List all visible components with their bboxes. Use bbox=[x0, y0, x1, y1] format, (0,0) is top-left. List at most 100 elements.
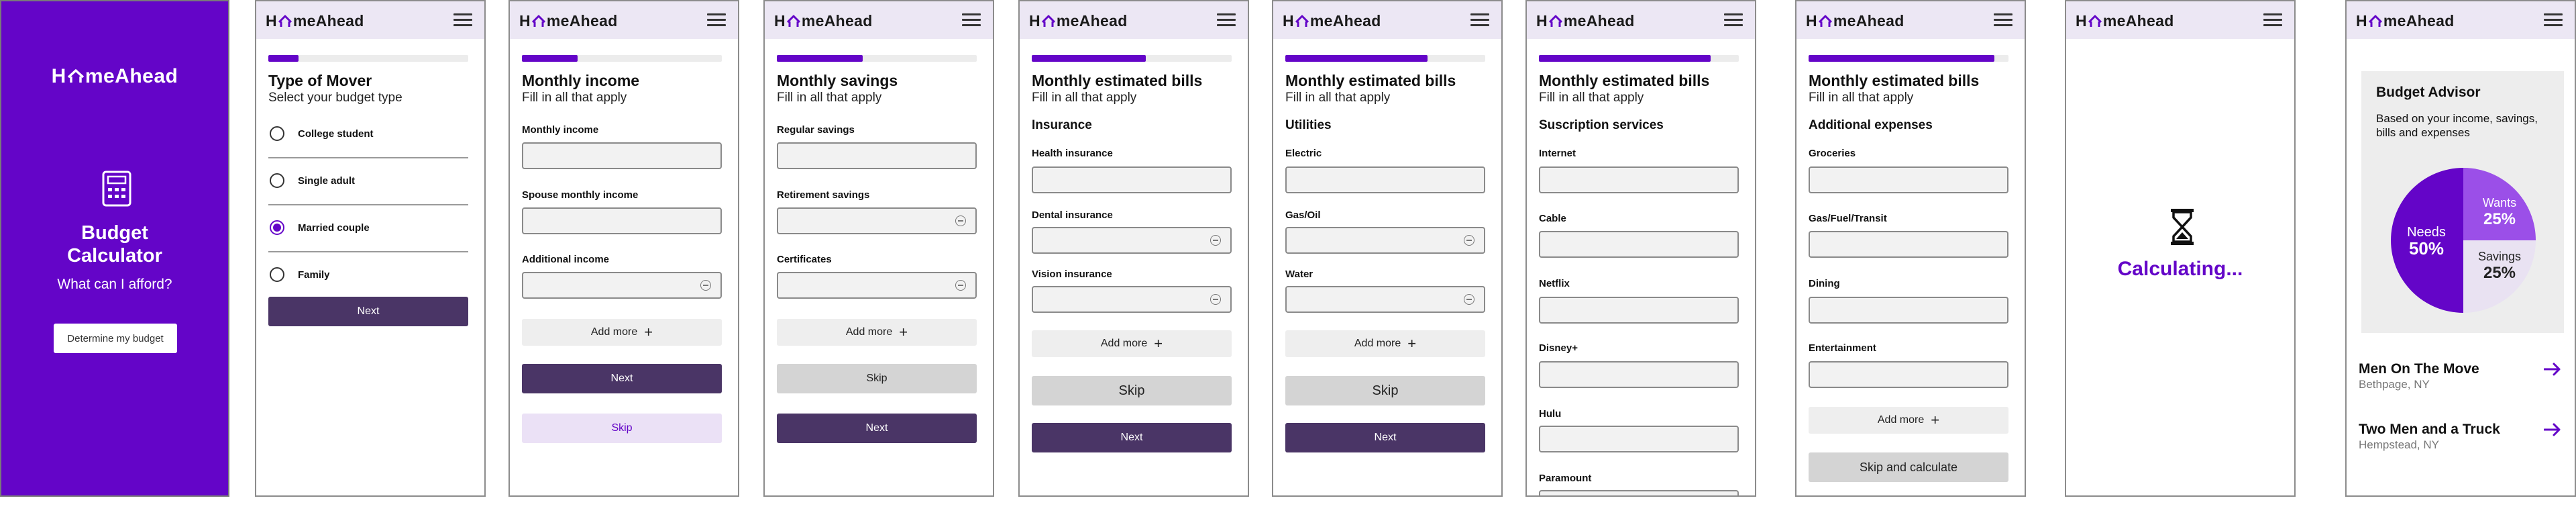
hamburger-menu-icon[interactable] bbox=[1470, 12, 1489, 28]
gas-oil-input[interactable] bbox=[1285, 227, 1485, 254]
monthly-income-input[interactable] bbox=[522, 142, 722, 169]
remove-field-icon[interactable] bbox=[955, 215, 966, 226]
brand-logo[interactable]: HmeAhead bbox=[1029, 12, 1128, 30]
brand-logo[interactable]: HmeAhead bbox=[519, 12, 618, 30]
skip-and-calculate-button[interactable]: Skip and calculate bbox=[1809, 452, 2008, 482]
field-label: Entertainment bbox=[1809, 342, 1876, 354]
retirement-savings-input[interactable] bbox=[777, 207, 977, 234]
groceries-input[interactable] bbox=[1809, 166, 2008, 193]
radio-button-selected[interactable] bbox=[270, 220, 284, 235]
arrow-right-icon[interactable] bbox=[2544, 363, 2561, 376]
health-insurance-input[interactable] bbox=[1032, 166, 1232, 193]
progress-bar bbox=[1539, 55, 1739, 62]
option-married-couple[interactable]: Married couple bbox=[268, 205, 468, 252]
add-more-button[interactable]: Add more + bbox=[1285, 330, 1485, 357]
brand-logo[interactable]: HmeAhead bbox=[1536, 12, 1635, 30]
field-label: Netflix bbox=[1539, 278, 1570, 289]
app-header: HmeAhead bbox=[256, 1, 484, 39]
remove-field-icon[interactable] bbox=[1210, 235, 1221, 246]
app-header: HmeAhead bbox=[2066, 1, 2294, 39]
next-button[interactable]: Next bbox=[1032, 423, 1232, 452]
brand-logo[interactable]: HmeAhead bbox=[1283, 12, 1381, 30]
next-button[interactable]: Next bbox=[1285, 423, 1485, 452]
disney-input[interactable] bbox=[1539, 361, 1739, 388]
radio-button[interactable] bbox=[270, 173, 284, 188]
netflix-input[interactable] bbox=[1539, 297, 1739, 324]
section-heading: Insurance bbox=[1032, 118, 1092, 132]
add-more-button[interactable]: Add more + bbox=[522, 319, 722, 346]
hamburger-menu-icon[interactable] bbox=[1217, 12, 1236, 28]
additional-income-input[interactable] bbox=[522, 272, 722, 299]
electric-input[interactable] bbox=[1285, 166, 1485, 193]
hamburger-menu-icon[interactable] bbox=[2544, 12, 2563, 28]
remove-field-icon[interactable] bbox=[700, 280, 711, 291]
option-college-student[interactable]: College student bbox=[268, 111, 468, 158]
remove-field-icon[interactable] bbox=[955, 280, 966, 291]
page-subtitle: Fill in all that apply bbox=[1809, 91, 1914, 105]
page-subtitle: Fill in all that apply bbox=[777, 91, 882, 105]
add-more-button[interactable]: Add more + bbox=[1032, 330, 1232, 357]
brand-logo[interactable]: HmeAhead bbox=[2356, 12, 2455, 30]
certificates-input[interactable] bbox=[777, 272, 977, 299]
skip-button[interactable]: Skip bbox=[777, 364, 977, 393]
brand-logo[interactable]: HmeAhead bbox=[1806, 12, 1904, 30]
field-label: Disney+ bbox=[1539, 342, 1578, 354]
brand-logo[interactable]: HmeAhead bbox=[2076, 12, 2174, 30]
page-title: Monthly income bbox=[522, 72, 640, 89]
house-logo-icon bbox=[531, 15, 545, 27]
progress-fill bbox=[1539, 55, 1711, 62]
water-input[interactable] bbox=[1285, 286, 1485, 313]
hamburger-menu-icon[interactable] bbox=[962, 12, 981, 28]
hourglass-icon bbox=[2171, 209, 2194, 245]
entertainment-input[interactable] bbox=[1809, 361, 2008, 388]
skip-button[interactable]: Skip bbox=[1285, 376, 1485, 405]
field-label: Dining bbox=[1809, 278, 1840, 289]
hamburger-menu-icon[interactable] bbox=[707, 12, 726, 28]
progress-fill bbox=[1809, 55, 1995, 62]
paramount-input[interactable] bbox=[1539, 490, 1739, 495]
add-more-button[interactable]: Add more + bbox=[777, 319, 977, 346]
next-button[interactable]: Next bbox=[268, 297, 468, 326]
add-more-button[interactable]: Add more + bbox=[1809, 407, 2008, 434]
skip-button[interactable]: Skip bbox=[522, 414, 722, 443]
hulu-input[interactable] bbox=[1539, 426, 1739, 452]
gas-fuel-transit-input[interactable] bbox=[1809, 231, 2008, 258]
section-heading: Additional expenses bbox=[1809, 118, 1933, 132]
page-title: Monthly estimated bills bbox=[1032, 72, 1203, 89]
brand-logo[interactable]: HmeAhead bbox=[266, 12, 364, 30]
app-header: HmeAhead bbox=[510, 1, 738, 39]
internet-input[interactable] bbox=[1539, 166, 1739, 193]
dining-input[interactable] bbox=[1809, 297, 2008, 324]
hamburger-menu-icon[interactable] bbox=[1994, 12, 2012, 28]
determine-budget-button[interactable]: Determine my budget bbox=[54, 324, 177, 353]
mover-card-men-on-the-move[interactable]: Men On The Move Bethpage, NY bbox=[2359, 360, 2565, 391]
next-button[interactable]: Next bbox=[522, 364, 722, 393]
spouse-income-input[interactable] bbox=[522, 207, 722, 234]
dental-insurance-input[interactable] bbox=[1032, 227, 1232, 254]
page-subtitle: Select your budget type bbox=[268, 91, 402, 105]
field-label: Spouse monthly income bbox=[522, 189, 639, 201]
mover-card-two-men-and-a-truck[interactable]: Two Men and a Truck Hempstead, NY bbox=[2359, 420, 2565, 452]
remove-field-icon[interactable] bbox=[1210, 294, 1221, 305]
field-label: Additional income bbox=[522, 254, 610, 265]
radio-button[interactable] bbox=[270, 126, 284, 141]
hamburger-menu-icon[interactable] bbox=[1724, 12, 1743, 28]
field-label: Monthly income bbox=[522, 124, 599, 136]
mover-location: Hempstead, NY bbox=[2359, 438, 2439, 451]
hamburger-menu-icon[interactable] bbox=[453, 12, 472, 28]
vision-insurance-input[interactable] bbox=[1032, 286, 1232, 313]
brand-logo[interactable]: HmeAhead bbox=[774, 12, 873, 30]
remove-field-icon[interactable] bbox=[1464, 294, 1474, 305]
arrow-right-icon[interactable] bbox=[2544, 423, 2561, 436]
remove-field-icon[interactable] bbox=[1464, 235, 1474, 246]
regular-savings-input[interactable] bbox=[777, 142, 977, 169]
app-header: HmeAhead bbox=[1273, 1, 1501, 39]
cable-input[interactable] bbox=[1539, 231, 1739, 258]
field-label: Health insurance bbox=[1032, 148, 1113, 159]
option-family[interactable]: Family bbox=[268, 252, 468, 298]
skip-button[interactable]: Skip bbox=[1032, 376, 1232, 405]
radio-button[interactable] bbox=[270, 267, 284, 282]
option-single-adult[interactable]: Single adult bbox=[268, 158, 468, 205]
hamburger-menu-icon[interactable] bbox=[2263, 12, 2282, 28]
next-button[interactable]: Next bbox=[777, 414, 977, 443]
